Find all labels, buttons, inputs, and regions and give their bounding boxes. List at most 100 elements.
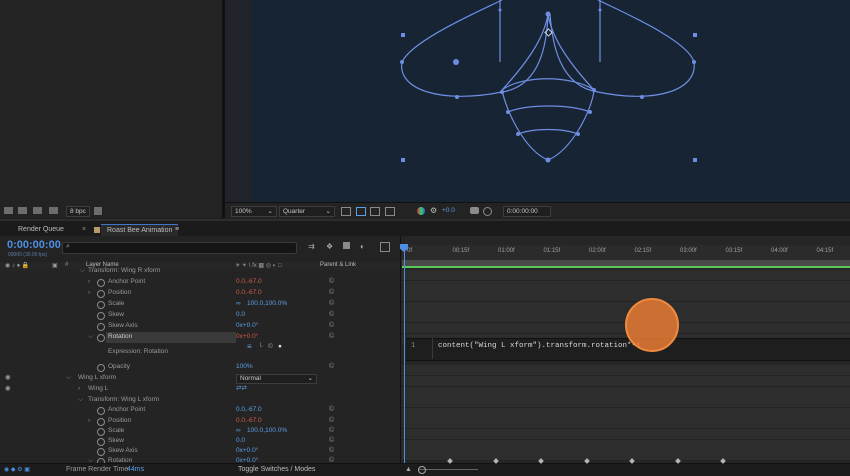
pick-whip-icon[interactable]: © bbox=[329, 299, 334, 310]
property-value[interactable]: 0.0 bbox=[236, 436, 245, 447]
timeline-zoom-handle[interactable] bbox=[418, 466, 426, 474]
property-row[interactable]: Anchor Point 0.0,-67.0 © bbox=[0, 405, 400, 416]
snapshot-camera-icon[interactable] bbox=[470, 207, 479, 214]
property-row[interactable]: Scale ∞ 100.0,100.0% © bbox=[0, 426, 400, 437]
zoom-dropdown[interactable]: 100% ⌄ bbox=[231, 206, 277, 217]
motion-blur-icon[interactable]: ◐ bbox=[360, 242, 365, 251]
stopwatch-icon[interactable] bbox=[97, 323, 105, 331]
pick-whip-icon[interactable]: © bbox=[329, 288, 334, 299]
layer-row[interactable]: ⌵ Transform: Wing R xform bbox=[0, 266, 400, 277]
pick-whip-icon[interactable]: © bbox=[329, 416, 334, 427]
comp-mini-flowchart-icon[interactable]: ⇉ bbox=[308, 242, 315, 251]
status-icons[interactable]: ◉ ◆ ⚙ ▣ bbox=[4, 466, 30, 473]
property-row[interactable]: Skew 0.0 © bbox=[0, 310, 400, 321]
current-time-indicator[interactable] bbox=[404, 245, 405, 463]
timeline-row[interactable] bbox=[402, 429, 850, 440]
expand-arrow-icon[interactable]: › bbox=[78, 384, 80, 395]
stopwatch-icon[interactable] bbox=[97, 279, 105, 287]
stopwatch-icon[interactable] bbox=[97, 438, 105, 446]
property-value[interactable]: 0x+0.0° bbox=[236, 446, 258, 457]
pick-whip-icon[interactable]: © bbox=[329, 446, 334, 457]
scale-link-icon[interactable]: ∞ bbox=[236, 426, 241, 437]
timeline-row[interactable] bbox=[402, 407, 850, 419]
layer-row[interactable]: ⌵ Transform: Wing L xform bbox=[0, 395, 400, 406]
property-value[interactable]: 0.0 bbox=[236, 310, 245, 321]
timeline-row[interactable] bbox=[402, 397, 850, 409]
bpc-button[interactable]: 8 bpc bbox=[66, 206, 90, 217]
transparency-grid-icon[interactable] bbox=[356, 207, 366, 216]
stopwatch-icon[interactable] bbox=[97, 334, 105, 342]
expression-code[interactable]: content("Wing L xform").transform.rotati… bbox=[438, 342, 641, 350]
layer-row-wing-l[interactable]: ◉ › Wing L ⇄⇄ bbox=[0, 384, 400, 395]
timeline-row[interactable] bbox=[402, 450, 850, 462]
region-of-interest-icon[interactable] bbox=[341, 207, 351, 216]
property-row[interactable]: › Position 0.0,-67.0 © bbox=[0, 416, 400, 427]
stopwatch-icon[interactable] bbox=[97, 290, 105, 298]
guides-icon[interactable] bbox=[385, 207, 395, 216]
timeline-row[interactable] bbox=[402, 280, 850, 292]
pick-whip-icon[interactable]: © bbox=[329, 436, 334, 447]
new-comp-icon[interactable] bbox=[33, 207, 42, 214]
property-row[interactable]: Skew 0.0 © bbox=[0, 436, 400, 447]
property-value[interactable]: 100% bbox=[236, 362, 253, 373]
property-row[interactable]: Scale ∞ 100.0,100.0% © bbox=[0, 299, 400, 310]
close-icon[interactable]: × bbox=[82, 224, 86, 236]
property-value[interactable]: 0.0,-67.0 bbox=[236, 288, 262, 299]
timeline-row[interactable] bbox=[402, 418, 850, 430]
pick-whip-icon[interactable]: © bbox=[329, 332, 334, 343]
exposure-icon[interactable]: ⚙ bbox=[430, 206, 437, 215]
mask-visibility-icon[interactable] bbox=[370, 207, 380, 216]
pick-whip-icon[interactable]: © bbox=[329, 426, 334, 437]
pick-whip-icon[interactable]: © bbox=[329, 321, 334, 332]
expand-arrow-icon[interactable]: › bbox=[88, 288, 90, 299]
property-row[interactable]: Skew Axis 0x+0.0° © bbox=[0, 321, 400, 332]
stopwatch-icon[interactable] bbox=[97, 448, 105, 456]
expand-chevron-icon[interactable]: ⌵ bbox=[66, 373, 71, 384]
zoom-out-icon[interactable]: ▲ bbox=[405, 466, 412, 473]
property-value[interactable]: 0.0,-67.0 bbox=[236, 277, 262, 288]
timeline-row[interactable] bbox=[402, 270, 850, 281]
timeline-row[interactable] bbox=[402, 365, 850, 377]
layer-search-input[interactable]: ⌕ bbox=[62, 242, 297, 254]
composition-canvas[interactable] bbox=[252, 0, 850, 202]
toggle-switches-modes-button[interactable]: Toggle Switches / Modes bbox=[238, 466, 315, 473]
tab-menu-icon[interactable]: ≡ bbox=[175, 224, 179, 236]
property-row[interactable]: Skew Axis 0x+0.0° © bbox=[0, 446, 400, 457]
pick-whip-icon[interactable]: © bbox=[329, 362, 334, 373]
pick-whip-icon[interactable]: © bbox=[329, 277, 334, 288]
timeline-zoom-slider[interactable] bbox=[418, 469, 478, 470]
stopwatch-icon[interactable] bbox=[97, 312, 105, 320]
eye-icon[interactable]: ◉ bbox=[5, 373, 11, 384]
property-row-rotation[interactable]: ⌵ Rotation 0x+0.0° © bbox=[0, 332, 400, 343]
expand-arrow-icon[interactable]: › bbox=[88, 277, 90, 288]
stopwatch-icon[interactable] bbox=[97, 428, 105, 436]
expand-chevron-icon[interactable]: ⌵ bbox=[88, 332, 93, 343]
draft-3d-icon[interactable]: ❖ bbox=[326, 242, 333, 251]
layer-row-wing-l-xform[interactable]: ◉ ⌵ Wing L xform Normal ⌄ bbox=[0, 373, 400, 384]
scale-link-icon[interactable]: ∞ bbox=[236, 299, 241, 310]
project-settings-icon[interactable] bbox=[49, 207, 58, 214]
interpret-footage-icon[interactable] bbox=[4, 207, 13, 214]
expand-chevron-icon[interactable]: ⌵ bbox=[80, 266, 85, 277]
property-row[interactable]: › Position 0.0,-67.0 © bbox=[0, 288, 400, 299]
viewer-timecode[interactable]: 0:00:00:00 bbox=[503, 206, 551, 217]
current-time-display[interactable]: 0:00:00:00 bbox=[7, 239, 61, 251]
timeline-row[interactable] bbox=[402, 301, 850, 313]
exposure-value[interactable]: +0.0 bbox=[442, 207, 455, 214]
bee-shape-paths[interactable] bbox=[252, 0, 850, 202]
expand-chevron-icon[interactable]: ⌵ bbox=[78, 395, 83, 406]
shy-layers-icon[interactable] bbox=[343, 242, 350, 249]
new-folder-icon[interactable] bbox=[18, 207, 27, 214]
switches-icon[interactable]: ⇄⇄ bbox=[236, 384, 247, 395]
pick-whip-icon[interactable]: © bbox=[329, 405, 334, 416]
show-snapshot-icon[interactable] bbox=[483, 207, 492, 216]
graph-editor-icon[interactable] bbox=[380, 242, 390, 252]
pick-whip-icon[interactable]: © bbox=[329, 310, 334, 321]
property-row[interactable]: › Anchor Point 0.0,-67.0 © bbox=[0, 277, 400, 288]
stopwatch-icon[interactable] bbox=[97, 301, 105, 309]
eye-icon[interactable]: ◉ bbox=[5, 384, 11, 395]
property-value[interactable]: 0.0,-67.0 bbox=[236, 405, 262, 416]
property-value[interactable]: 100.0,100.0% bbox=[247, 299, 287, 310]
property-value[interactable]: 0x+0.0° bbox=[236, 321, 258, 332]
property-value[interactable]: 100.0,100.0% bbox=[247, 426, 287, 437]
